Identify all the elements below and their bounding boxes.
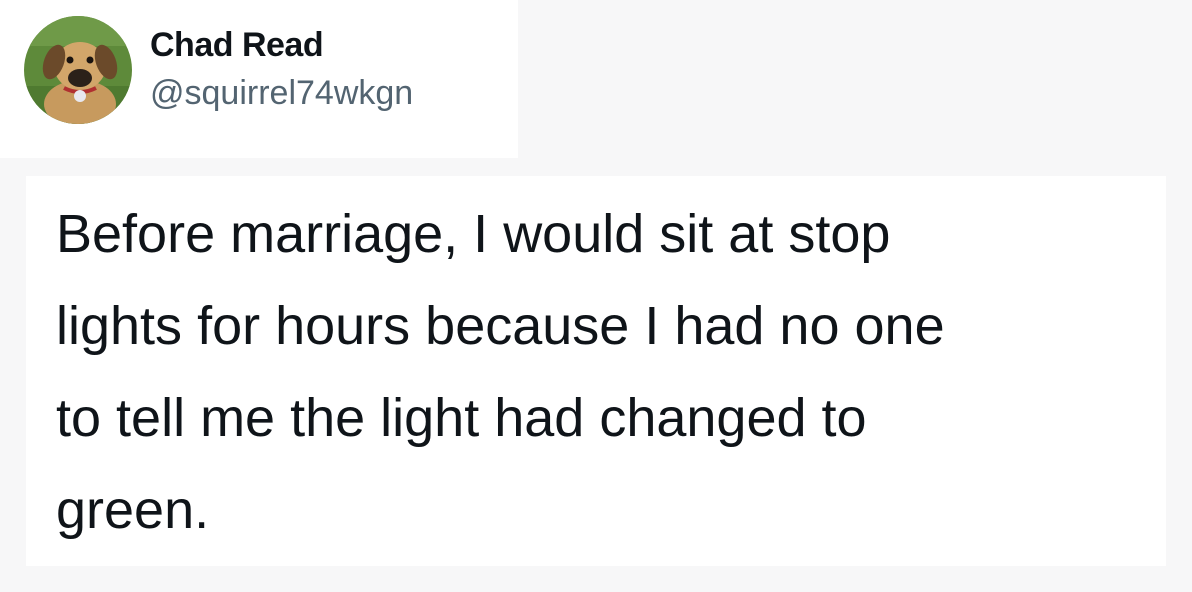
dog-avatar-icon[interactable] [24,16,132,124]
tweet-header: Chad Read @squirrel74wkgn [0,0,518,158]
author-display-name[interactable]: Chad Read [150,26,324,65]
tweet-body: Before marriage, I would sit at stop lig… [26,176,1166,566]
tweet-line: green. [56,480,210,540]
author-handle[interactable]: @squirrel74wkgn [150,74,413,113]
tweet-screenshot: Chad Read @squirrel74wkgn Before marriag… [0,0,1192,592]
tweet-line: Before marriage, I would sit at stop [56,204,891,264]
tweet-line: lights for hours because I had no one [56,296,945,356]
tweet-text: Before marriage, I would sit at stop lig… [56,188,1166,556]
tweet-line: to tell me the light had changed to [56,388,867,448]
